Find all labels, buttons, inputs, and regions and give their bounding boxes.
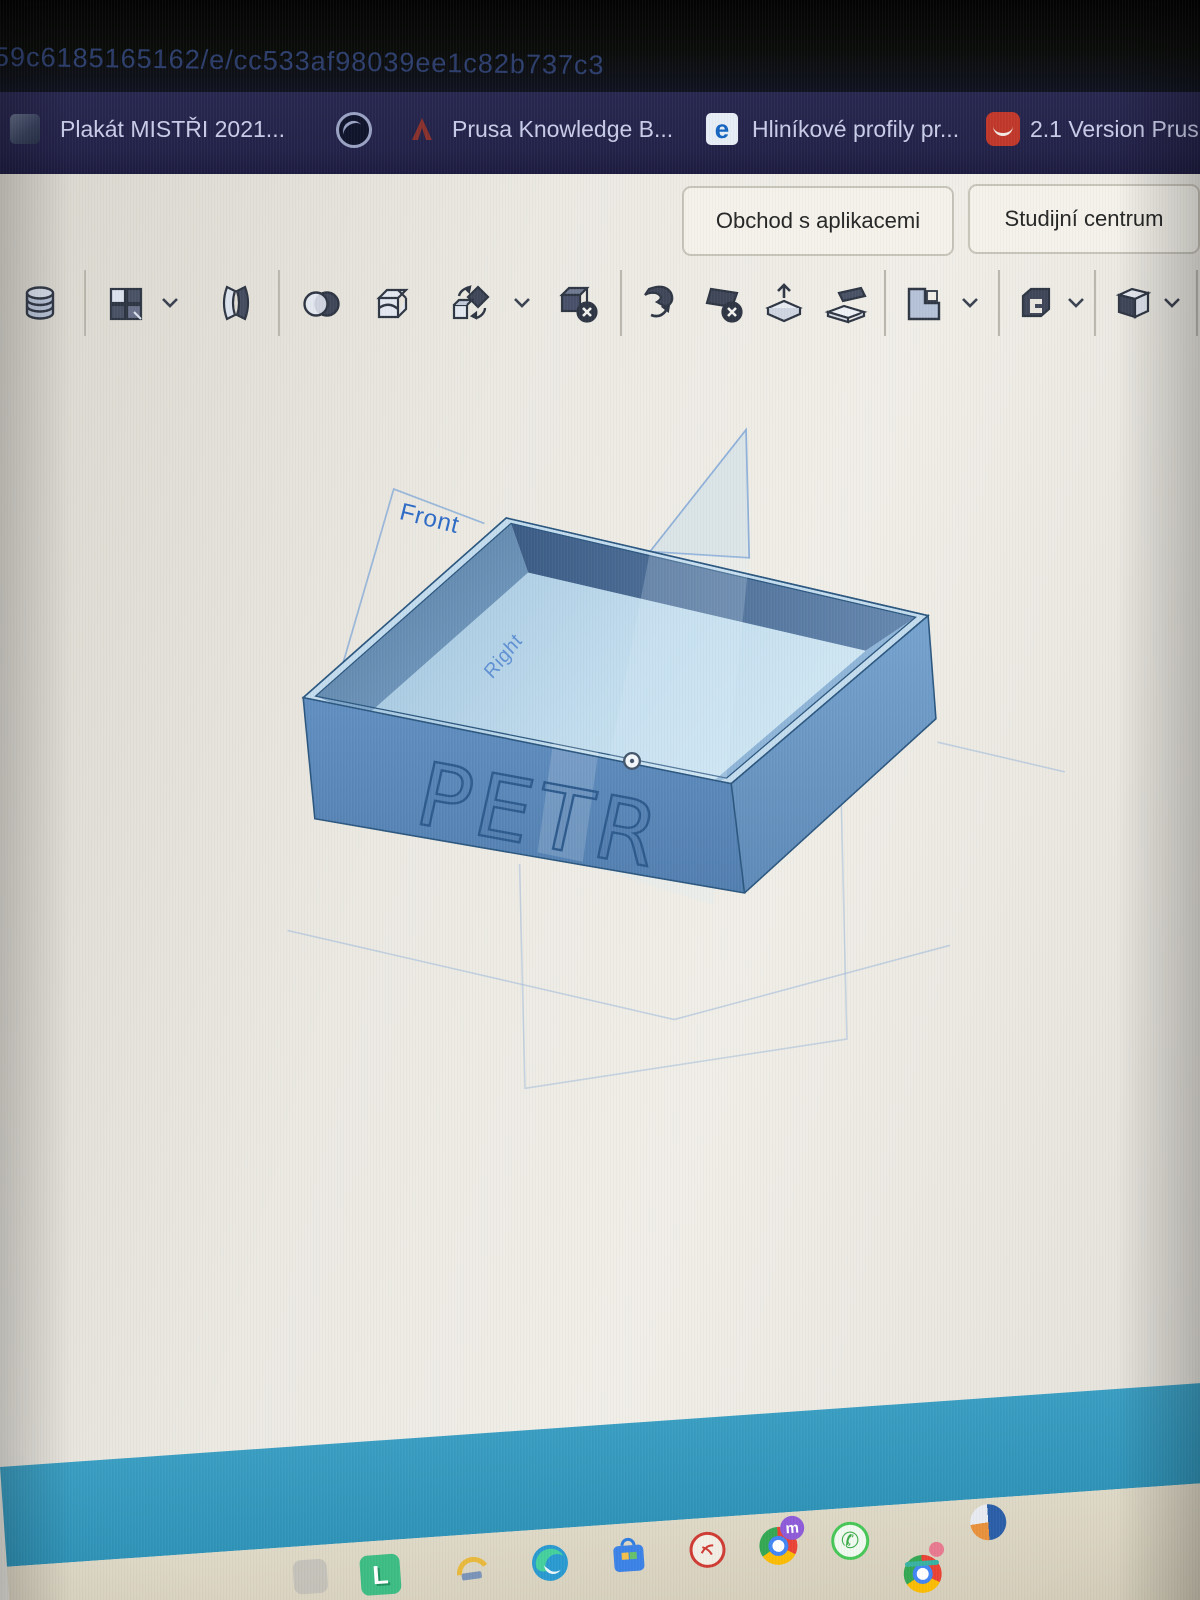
delete-face-icon[interactable] — [698, 278, 750, 330]
transform-icon[interactable] — [444, 278, 496, 330]
chevron-down-icon[interactable] — [960, 296, 980, 309]
bookmarks-bar: Plakát MISTŘI 2021... Prusa Knowledge B.… — [0, 92, 1200, 174]
green-l-app-icon[interactable]: L — [359, 1553, 402, 1597]
toolbar-divider — [1094, 270, 1096, 336]
learning-center-button[interactable]: Studijní centrum — [968, 184, 1200, 254]
enclose-icon[interactable] — [820, 278, 872, 330]
vertex-marker[interactable] — [623, 751, 642, 770]
bookmark-plakat[interactable]: Plakát MISTŘI 2021... — [60, 116, 285, 143]
m-badge: m — [779, 1515, 805, 1541]
section-cube-icon[interactable] — [1106, 278, 1158, 330]
chrome-with-m-badge-icon[interactable]: m — [758, 1515, 805, 1567]
chevron-down-icon[interactable] — [1066, 296, 1086, 309]
app-store-button[interactable]: Obchod s aplikacemi — [682, 186, 954, 256]
chevron-down-icon[interactable] — [160, 296, 180, 309]
shopping-bag-favicon[interactable] — [986, 112, 1020, 146]
pie-chart-app-icon[interactable] — [969, 1502, 1008, 1542]
ms-edge-icon[interactable] — [529, 1542, 572, 1585]
chevron-down-icon[interactable] — [512, 296, 532, 309]
extract-surface-icon[interactable] — [758, 278, 810, 330]
toolbar-divider — [620, 270, 622, 336]
box-model[interactable]: PETR — [301, 517, 937, 905]
chrome-notification-badge — [928, 1541, 945, 1558]
pinned-gray-app-icon[interactable] — [292, 1558, 329, 1595]
boolean-quad-icon[interactable] — [100, 278, 152, 330]
prusa-favicon[interactable] — [412, 118, 432, 140]
bookmark-version[interactable]: 2.1 Version Prus — [1030, 116, 1199, 143]
image-favicon[interactable] — [10, 114, 40, 144]
browser-chrome-dark: 59c6185165162/e/cc533af98039ee1c82b737c3 — [0, 0, 1200, 92]
loft-icon[interactable] — [210, 278, 262, 330]
edge-e-favicon[interactable]: e — [706, 113, 738, 145]
toolbar-divider — [884, 270, 886, 336]
toolbar-divider — [84, 270, 86, 336]
right-plane[interactable] — [648, 427, 751, 559]
yellow-folder-app-icon[interactable] — [452, 1547, 493, 1588]
bookmark-hlinikove[interactable]: Hliníkové profily pr... — [752, 116, 959, 143]
shell-icon[interactable] — [1010, 278, 1062, 330]
photographed-screen: 59c6185165162/e/cc533af98039ee1c82b737c3… — [0, 0, 1200, 1600]
whatsapp-icon[interactable]: ✆ — [829, 1520, 871, 1562]
bookmark-prusa[interactable]: Prusa Knowledge B... — [452, 116, 673, 143]
revolve-cylinder-icon[interactable] — [14, 278, 66, 330]
fillet-corner-icon[interactable] — [898, 278, 950, 330]
chevron-down-icon[interactable] — [1162, 296, 1182, 309]
intersect-circles-icon[interactable] — [296, 278, 348, 330]
front-plane-label[interactable]: Front — [397, 498, 462, 539]
red-ring-app-icon[interactable] — [688, 1530, 727, 1570]
address-bar-url[interactable]: 59c6185165162/e/cc533af98039ee1c82b737c3 — [0, 42, 605, 82]
toolbar-divider — [1196, 270, 1198, 336]
toolbar-divider — [998, 270, 1000, 336]
split-icon[interactable] — [366, 278, 418, 330]
edge-e-letter: e — [706, 113, 738, 145]
move-face-icon[interactable] — [634, 278, 686, 330]
microsoft-store-icon[interactable] — [608, 1536, 648, 1575]
toolbar-divider — [278, 270, 280, 336]
delete-part-icon[interactable] — [552, 278, 604, 330]
globe-favicon[interactable] — [336, 112, 372, 148]
